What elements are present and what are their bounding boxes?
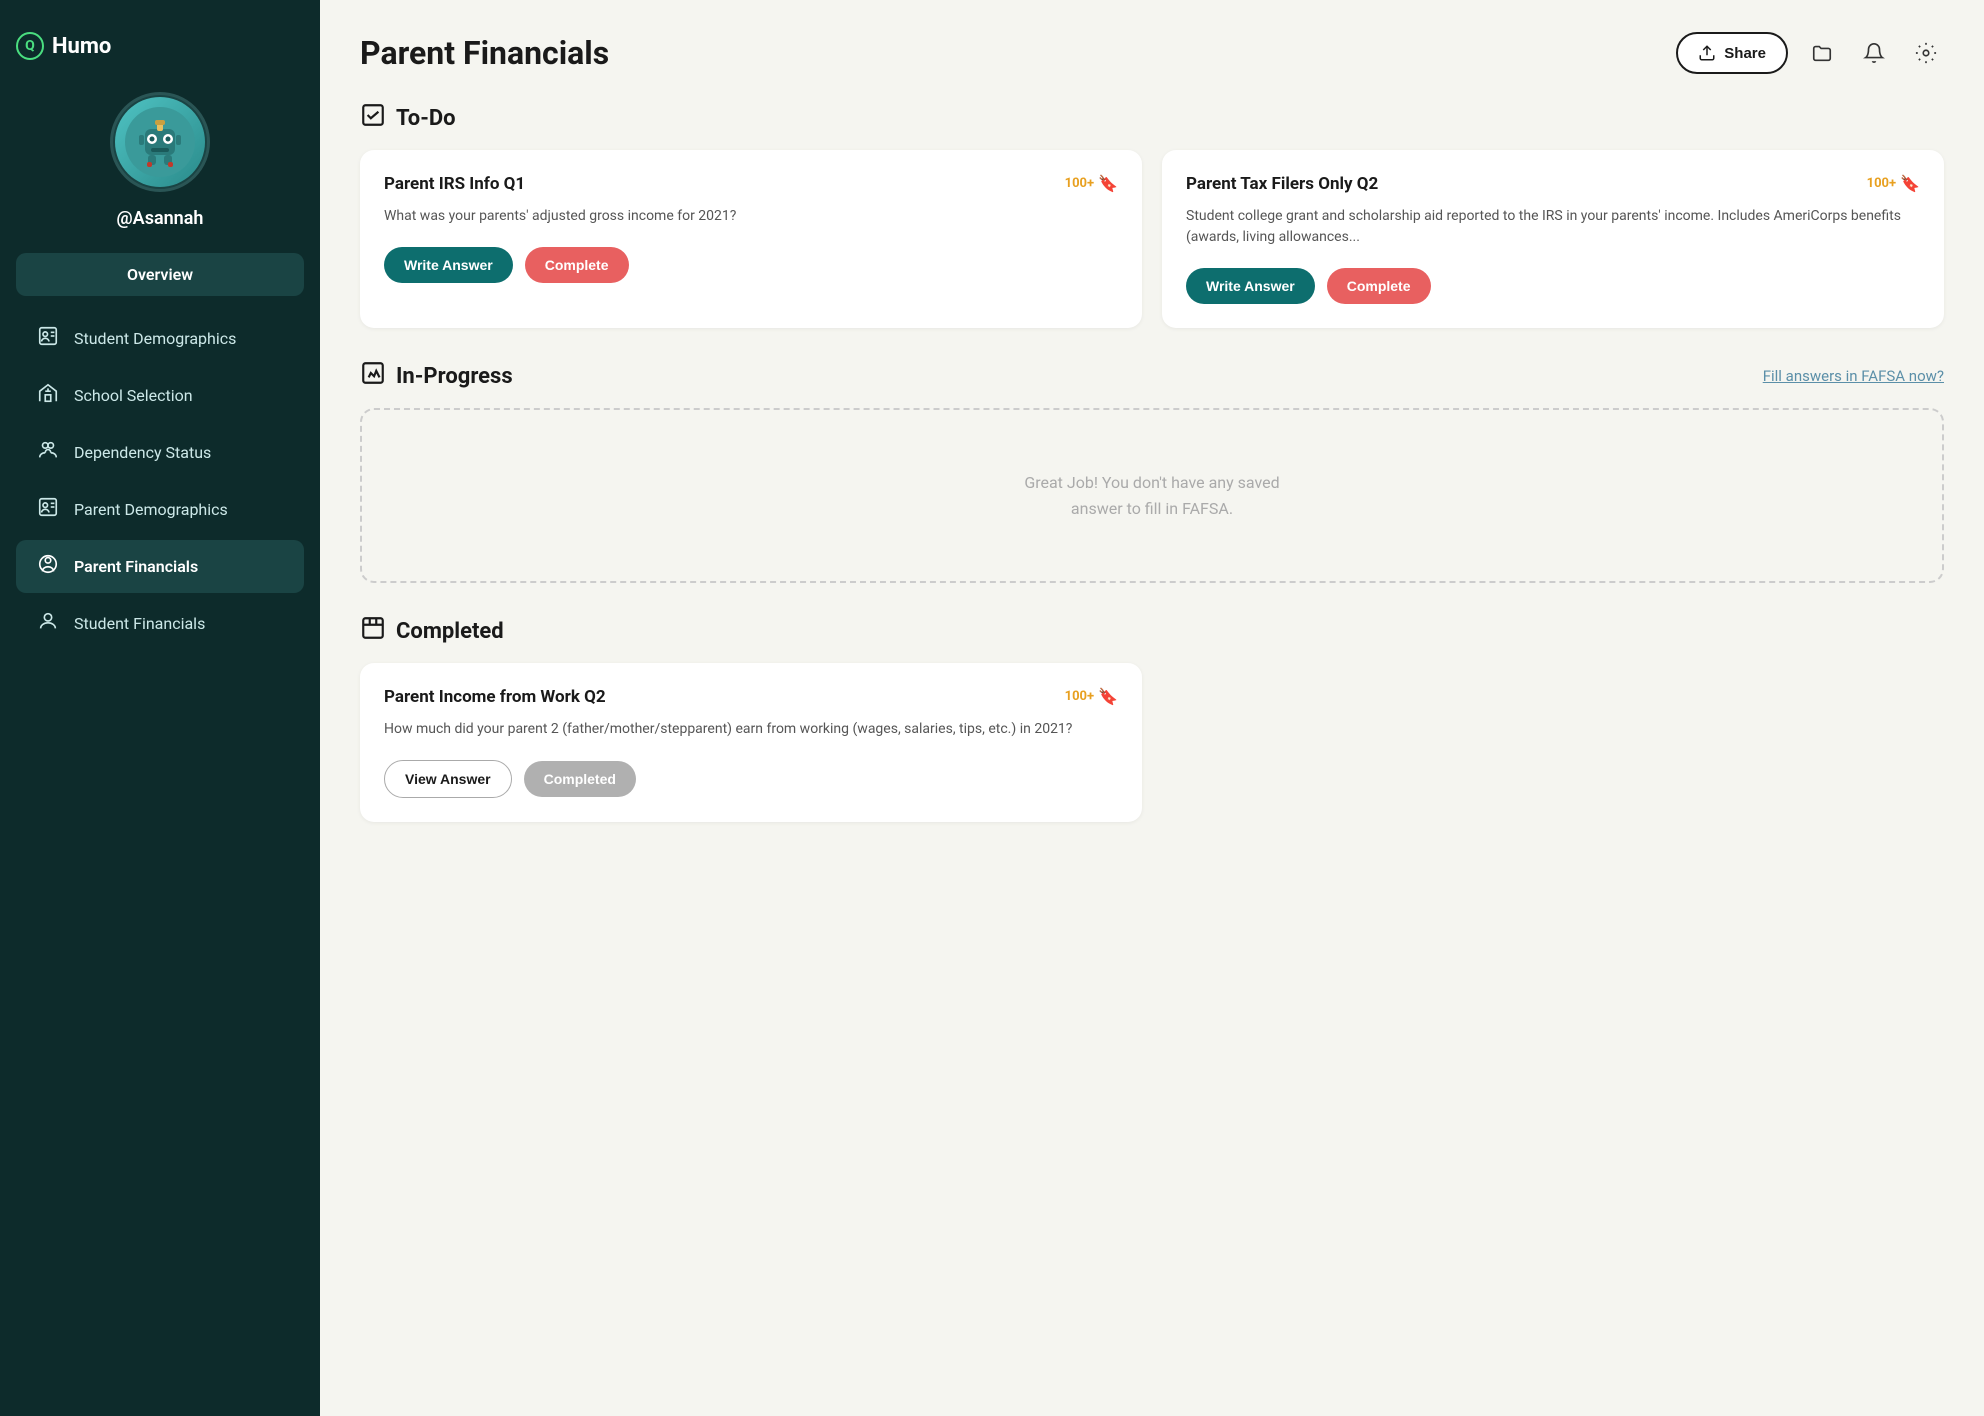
sidebar-item-school-selection[interactable]: School Selection	[16, 369, 304, 422]
nav-overview[interactable]: Overview	[16, 253, 304, 296]
todo-section: To-Do Parent IRS Info Q1 100+ 🔖 What was…	[360, 102, 1944, 328]
complete-button-1[interactable]: Complete	[525, 247, 629, 283]
completed-card-1-title: Parent Income from Work Q2	[384, 687, 606, 707]
share-icon	[1698, 44, 1716, 62]
card-1-actions: Write Answer Complete	[384, 247, 1118, 283]
in-progress-title: In-Progress	[396, 364, 513, 389]
folder-icon	[1811, 42, 1833, 64]
card-1-header: Parent IRS Info Q1 100+ 🔖	[384, 174, 1118, 194]
bookmark-icon-2: 🔖	[1900, 174, 1920, 193]
completed-card-1-header: Parent Income from Work Q2 100+ 🔖	[384, 687, 1118, 707]
card-2-description: Student college grant and scholarship ai…	[1186, 206, 1920, 248]
completed-header: Completed	[360, 615, 1944, 647]
in-progress-icon	[360, 360, 386, 392]
sidebar: Q Humo @Asan	[0, 0, 320, 1416]
student-financials-icon	[36, 610, 60, 637]
bell-icon	[1863, 42, 1885, 64]
sidebar-item-label: Parent Financials	[74, 557, 198, 576]
sidebar-item-label: Student Demographics	[74, 329, 236, 348]
completed-title: Completed	[396, 619, 504, 644]
page-header: Parent Financials Share	[360, 32, 1944, 74]
sidebar-item-parent-financials[interactable]: Parent Financials	[16, 540, 304, 593]
card-2-actions: Write Answer Complete	[1186, 268, 1920, 304]
main-content: Parent Financials Share	[320, 0, 1984, 1416]
bookmark-icon-completed: 🔖	[1098, 687, 1118, 706]
bookmark-icon: 🔖	[1098, 174, 1118, 193]
todo-cards-grid: Parent IRS Info Q1 100+ 🔖 What was your …	[360, 150, 1944, 328]
logo: Q Humo	[16, 32, 111, 60]
view-answer-button[interactable]: View Answer	[384, 760, 512, 798]
todo-card-2: Parent Tax Filers Only Q2 100+ 🔖 Student…	[1162, 150, 1944, 328]
completed-card-1-description: How much did your parent 2 (father/mothe…	[384, 719, 1118, 740]
avatar-svg	[125, 107, 195, 177]
write-answer-button-2[interactable]: Write Answer	[1186, 268, 1315, 304]
school-selection-icon	[36, 382, 60, 409]
notification-button[interactable]	[1856, 35, 1892, 71]
folder-button[interactable]	[1804, 35, 1840, 71]
todo-icon	[360, 102, 386, 134]
parent-financials-icon	[36, 553, 60, 580]
in-progress-empty: Great Job! You don't have any saved answ…	[360, 408, 1944, 583]
todo-title: To-Do	[396, 106, 456, 131]
logo-text: Humo	[52, 34, 111, 59]
todo-section-header: To-Do	[360, 102, 1944, 134]
page-title: Parent Financials	[360, 34, 609, 72]
card-2-badge: 100+ 🔖	[1867, 174, 1920, 193]
completed-icon	[360, 615, 386, 647]
settings-icon	[1915, 42, 1937, 64]
completed-calendar-icon	[360, 615, 386, 641]
sidebar-item-dependency-status[interactable]: Dependency Status	[16, 426, 304, 479]
card-2-header: Parent Tax Filers Only Q2 100+ 🔖	[1186, 174, 1920, 194]
sidebar-item-label: Student Financials	[74, 614, 205, 633]
student-demographics-icon	[36, 325, 60, 352]
avatar-image	[115, 97, 205, 187]
edit-icon	[360, 360, 386, 386]
card-1-badge: 100+ 🔖	[1065, 174, 1118, 193]
completed-card-1: Parent Income from Work Q2 100+ 🔖 How mu…	[360, 663, 1142, 822]
sidebar-item-student-demographics[interactable]: Student Demographics	[16, 312, 304, 365]
completed-card-1-actions: View Answer Completed	[384, 760, 1118, 798]
fill-fafsa-link[interactable]: Fill answers in FAFSA now?	[1763, 367, 1944, 385]
parent-demographics-icon	[36, 496, 60, 523]
completed-status-button[interactable]: Completed	[524, 761, 636, 797]
completed-section: Completed Parent Income from Work Q2 100…	[360, 615, 1944, 822]
in-progress-header: In-Progress Fill answers in FAFSA now?	[360, 360, 1944, 392]
sidebar-item-student-financials[interactable]: Student Financials	[16, 597, 304, 650]
sidebar-item-parent-demographics[interactable]: Parent Demographics	[16, 483, 304, 536]
in-progress-section: In-Progress Fill answers in FAFSA now? G…	[360, 360, 1944, 583]
share-button[interactable]: Share	[1676, 32, 1788, 74]
write-answer-button-1[interactable]: Write Answer	[384, 247, 513, 283]
dependency-status-icon	[36, 439, 60, 466]
sidebar-item-label: School Selection	[74, 386, 193, 405]
settings-button[interactable]	[1908, 35, 1944, 71]
todo-card-1: Parent IRS Info Q1 100+ 🔖 What was your …	[360, 150, 1142, 328]
header-actions: Share	[1676, 32, 1944, 74]
username: @Asannah	[117, 208, 204, 229]
sidebar-item-label: Parent Demographics	[74, 500, 228, 519]
logo-icon: Q	[16, 32, 44, 60]
avatar	[110, 92, 210, 192]
card-1-description: What was your parents' adjusted gross in…	[384, 206, 1118, 227]
card-2-title: Parent Tax Filers Only Q2	[1186, 174, 1378, 194]
checkbox-icon	[360, 102, 386, 128]
card-1-title: Parent IRS Info Q1	[384, 174, 525, 194]
completed-card-1-badge: 100+ 🔖	[1065, 687, 1118, 706]
sidebar-item-label: Dependency Status	[74, 443, 211, 462]
complete-button-2[interactable]: Complete	[1327, 268, 1431, 304]
